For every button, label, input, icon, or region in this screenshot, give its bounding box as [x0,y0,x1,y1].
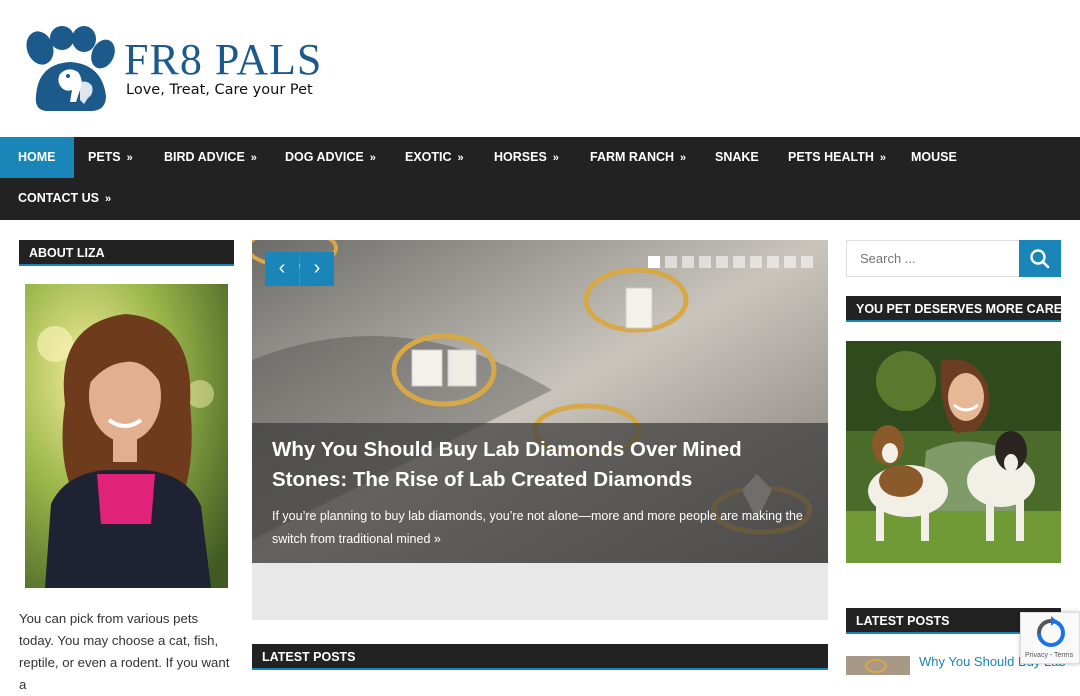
site-logo[interactable]: FR8 PALS Love, Treat, Care your Pet [22,26,322,116]
search-icon [1030,249,1050,269]
care-widget-title: YOU PET DESERVES MORE CARE. [846,296,1061,322]
dogs-photo [846,341,1061,563]
nav-item-exotic[interactable]: EXOTIC» [387,137,482,178]
slide-excerpt: If you’re planning to buy lab diamonds, … [272,509,803,546]
paw-logo-icon [26,26,115,112]
nav-item-contact-us[interactable]: CONTACT US» [0,178,129,219]
slider-dot[interactable] [750,256,762,268]
slider-dot[interactable] [682,256,694,268]
search-form [846,240,1061,277]
nav-item-home[interactable]: HOME [0,137,74,178]
search-input[interactable] [847,241,1019,276]
nav-item-pets-health[interactable]: PETS HEALTH» [770,137,904,178]
recaptcha-badge[interactable]: Privacy - Terms [1020,612,1080,664]
slider-dot[interactable] [665,256,677,268]
featured-slider: ‹ › Why You Should Buy Lab Diamonds Over… [252,240,828,620]
slider-dot[interactable] [716,256,728,268]
about-widget-title: ABOUT LIZA [19,240,234,266]
search-button[interactable] [1019,240,1061,277]
post-thumbnail[interactable] [846,656,910,675]
slider-dot[interactable] [699,256,711,268]
left-sidebar: ABOUT LIZA You can pick from various pet… [19,240,234,692]
nav-item-farm-ranch[interactable]: FARM RANCH» [572,137,704,178]
slider-next-button[interactable]: › [300,252,334,286]
about-text: You can pick from various pets today. Yo… [19,611,230,692]
slider-dot[interactable] [733,256,745,268]
nav-item-mouse[interactable]: MOUSE [893,137,975,178]
slide-caption: Why You Should Buy Lab Diamonds Over Min… [252,423,828,563]
nav-item-snake[interactable]: SNAKE [697,137,777,178]
care-widget: YOU PET DESERVES MORE CARE. [846,296,1061,322]
recaptcha-icon [1037,616,1065,647]
site-header: FR8 PALS Love, Treat, Care your Pet [0,0,1080,137]
slide-title[interactable]: Why You Should Buy Lab Diamonds Over Min… [272,435,808,495]
nav-item-horses[interactable]: HORSES» [476,137,577,178]
about-photo [25,284,228,588]
nav-item-bird-advice[interactable]: BIRD ADVICE» [146,137,275,178]
slider-dot[interactable] [648,256,660,268]
slider-pagination [648,256,813,268]
slider-dot[interactable] [784,256,796,268]
site-tagline: Love, Treat, Care your Pet [126,82,313,98]
recaptcha-links[interactable]: Privacy - Terms [1025,652,1073,659]
read-more-link[interactable]: » [434,532,441,546]
latest-posts-title: LATEST POSTS [252,644,828,670]
slider-dot[interactable] [801,256,813,268]
nav-item-pets[interactable]: PETS» [70,137,151,178]
slider-prev-button[interactable]: ‹ [265,252,299,286]
latest-posts-section: LATEST POSTS [252,644,828,670]
main-navigation: HOME PETS» BIRD ADVICE» DOG ADVICE» EXOT… [0,137,1080,220]
site-title[interactable]: FR8 PALS [124,36,322,84]
nav-item-dog-advice[interactable]: DOG ADVICE» [267,137,394,178]
slider-dot[interactable] [767,256,779,268]
